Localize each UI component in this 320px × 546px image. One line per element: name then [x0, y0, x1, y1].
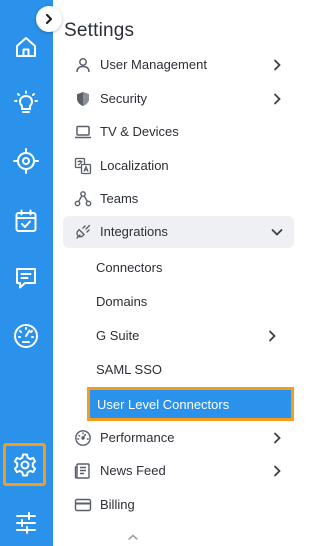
team-icon — [74, 190, 92, 208]
subitem-label: SAML SSO — [96, 362, 162, 377]
menu-item-label: Teams — [100, 191, 139, 206]
gear-icon[interactable] — [3, 443, 46, 486]
chevron-right-icon — [274, 59, 281, 71]
translate-icon — [74, 157, 92, 175]
subitem-user-level-connectors[interactable]: User Level Connectors — [87, 387, 294, 421]
menu-item-label: User Management — [100, 57, 207, 72]
home-icon[interactable] — [8, 29, 44, 65]
credit-card-icon — [74, 496, 92, 514]
lightbulb-icon[interactable] — [8, 86, 44, 122]
chevron-right-icon — [274, 93, 281, 105]
newspaper-icon — [74, 462, 92, 480]
menu-item-localization[interactable]: Localization — [63, 150, 294, 182]
scroll-more-icon — [128, 534, 138, 540]
subitem-domains[interactable]: Domains — [87, 285, 290, 317]
menu-item-label: News Feed — [100, 463, 166, 478]
menu-item-label: Integrations — [100, 224, 168, 239]
left-nav-rail — [0, 0, 53, 546]
shield-icon — [74, 90, 92, 108]
settings-panel: Settings User Management Security TV & D… — [53, 0, 300, 546]
menu-item-label: Billing — [100, 497, 135, 512]
user-icon — [74, 56, 92, 74]
laptop-icon — [74, 123, 92, 141]
menu-item-user-management[interactable]: User Management — [63, 49, 294, 81]
target-icon[interactable] — [8, 143, 44, 179]
menu-item-news-feed[interactable]: News Feed — [63, 455, 294, 487]
sliders-icon[interactable] — [8, 505, 44, 541]
performance-icon — [74, 429, 92, 447]
menu-item-label: TV & Devices — [100, 124, 179, 139]
menu-item-label: Performance — [100, 430, 175, 445]
menu-item-tv-devices[interactable]: TV & Devices — [63, 116, 294, 148]
menu-item-billing[interactable]: Billing — [63, 489, 294, 521]
menu-item-label: Localization — [100, 158, 169, 173]
menu-item-teams[interactable]: Teams — [63, 183, 294, 215]
page-title: Settings — [64, 20, 135, 41]
subitem-label: Connectors — [96, 260, 163, 275]
calendar-check-icon[interactable] — [8, 203, 44, 239]
chat-icon[interactable] — [8, 260, 44, 296]
chevron-right-icon — [274, 465, 281, 477]
subitem-g-suite[interactable]: G Suite — [87, 319, 290, 351]
menu-item-performance[interactable]: Performance — [63, 422, 294, 454]
chevron-right-icon — [274, 432, 281, 444]
subitem-saml-sso[interactable]: SAML SSO — [87, 353, 290, 385]
plug-icon — [74, 223, 92, 241]
menu-item-label: Security — [100, 91, 147, 106]
menu-item-security[interactable]: Security — [63, 83, 294, 115]
subitem-label: User Level Connectors — [97, 397, 230, 412]
subitem-label: Domains — [96, 294, 148, 309]
gauge-icon[interactable] — [8, 318, 44, 354]
chevron-right-icon — [269, 330, 276, 342]
subitem-label: G Suite — [96, 328, 140, 343]
chevron-down-icon — [271, 229, 283, 236]
subitem-connectors[interactable]: Connectors — [87, 251, 290, 283]
menu-item-integrations[interactable]: Integrations — [63, 216, 294, 248]
